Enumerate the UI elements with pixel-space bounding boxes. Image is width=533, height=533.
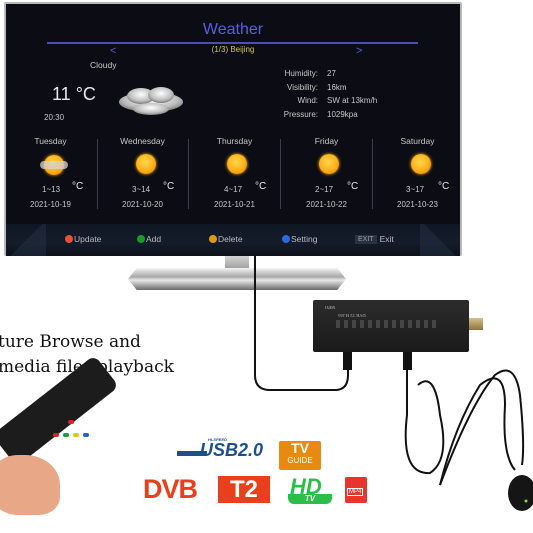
partly-cloudy-icon xyxy=(40,153,70,177)
green-key-icon xyxy=(137,235,145,243)
mp4-label: MP4 xyxy=(347,488,364,496)
forecast-range: 3~14 xyxy=(132,185,151,194)
usb-logo: USB2.0 xyxy=(200,440,264,460)
remote-red-button xyxy=(53,433,59,437)
promo-line-1: ture Browse and xyxy=(0,332,141,352)
forecast-day: Tuesday xyxy=(34,136,67,146)
forecast-unit: °C xyxy=(438,181,450,192)
forecast-date: 2021-10-22 xyxy=(306,200,347,209)
hand-image xyxy=(0,455,60,515)
exit-label: Exit xyxy=(379,234,394,244)
exit-button[interactable]: EXIT Exit xyxy=(355,234,394,244)
visibility-label: Visibility: xyxy=(287,83,318,92)
current-condition: Cloudy xyxy=(90,60,117,70)
antenna-connector xyxy=(469,318,483,330)
sun-icon xyxy=(136,154,156,174)
delete-label: Delete xyxy=(218,234,243,244)
blue-key-icon xyxy=(282,235,290,243)
current-temperature: 11 °C xyxy=(52,84,96,105)
cloud-icon xyxy=(119,87,183,115)
forecast-day: Thursday xyxy=(216,136,253,146)
current-time: 20:30 xyxy=(44,113,65,122)
update-label: Update xyxy=(74,234,102,244)
humidity-label: Humidity: xyxy=(284,69,318,78)
temperature-value: 11 xyxy=(52,84,71,104)
forecast-divider xyxy=(372,139,373,209)
forecast-range: 3~17 xyxy=(406,185,425,194)
forecast-date: 2021-10-19 xyxy=(30,200,71,209)
forecast-unit: °C xyxy=(72,181,84,192)
forecast-range: 2~17 xyxy=(315,185,334,194)
remote-yellow-button xyxy=(73,433,79,437)
delete-button[interactable]: Delete xyxy=(209,234,243,244)
sun-icon xyxy=(319,154,339,174)
temperature-unit: °C xyxy=(75,84,96,104)
visibility-value: 16km xyxy=(327,83,347,92)
forecast-unit: °C xyxy=(255,181,267,192)
yellow-key-icon xyxy=(209,235,217,243)
forecast-unit: °C xyxy=(347,181,359,192)
forecast-day: Wednesday xyxy=(120,136,165,146)
forecast-day: Friday xyxy=(314,136,339,146)
sun-icon xyxy=(411,154,431,174)
forecast-divider xyxy=(97,139,98,209)
forecast-divider xyxy=(188,139,189,209)
pressure-value: 1029kpa xyxy=(327,110,358,119)
setting-button[interactable]: Setting xyxy=(282,234,317,244)
dvb-logo: DVB xyxy=(143,474,198,504)
receiver-model-label: MINI xyxy=(325,305,336,310)
pressure-label: Pressure: xyxy=(283,110,318,119)
cables xyxy=(254,255,533,511)
remote-green-button xyxy=(63,433,69,437)
hd-tv-logo: TV xyxy=(288,494,332,504)
next-city-button[interactable]: > xyxy=(356,45,362,57)
t2-logo: T2 xyxy=(218,476,270,503)
red-key-icon xyxy=(65,235,73,243)
title-divider xyxy=(47,42,418,44)
forecast-unit: °C xyxy=(163,181,175,192)
page-title: Weather xyxy=(202,21,264,38)
forecast-range: 4~17 xyxy=(224,185,243,194)
tv-guide-guide-text: GUIDE xyxy=(287,456,313,465)
city-label: (1/3) Beijing xyxy=(211,45,255,54)
sun-icon xyxy=(227,154,247,174)
exit-key-icon: EXIT xyxy=(355,234,377,244)
forecast-date: 2021-10-21 xyxy=(214,200,255,209)
forecast-divider xyxy=(280,139,281,209)
remote-blue-button xyxy=(83,433,89,437)
forecast-day: Saturday xyxy=(400,136,435,146)
remote-power-button xyxy=(68,420,74,424)
tv-guide-tv-text: TV xyxy=(291,440,309,456)
forecast-range: 1~13 xyxy=(42,185,61,194)
add-button[interactable]: Add xyxy=(137,234,161,244)
update-button[interactable]: Update xyxy=(65,234,101,244)
forecast-date: 2021-10-23 xyxy=(397,200,438,209)
mp4-file-icon: MP4 xyxy=(345,477,367,503)
wind-label: Wind: xyxy=(297,96,318,105)
receiver-vents xyxy=(336,320,436,328)
setting-label: Setting xyxy=(291,234,318,244)
wind-value: SW at 13km/h xyxy=(327,96,378,105)
add-label: Add xyxy=(146,234,162,244)
tv-guide-logo: TV GUIDE xyxy=(279,441,321,470)
forecast-date: 2021-10-20 xyxy=(122,200,163,209)
receiver-spec-label: DVB T2 H.265 xyxy=(338,313,366,318)
humidity-value: 27 xyxy=(327,69,336,78)
